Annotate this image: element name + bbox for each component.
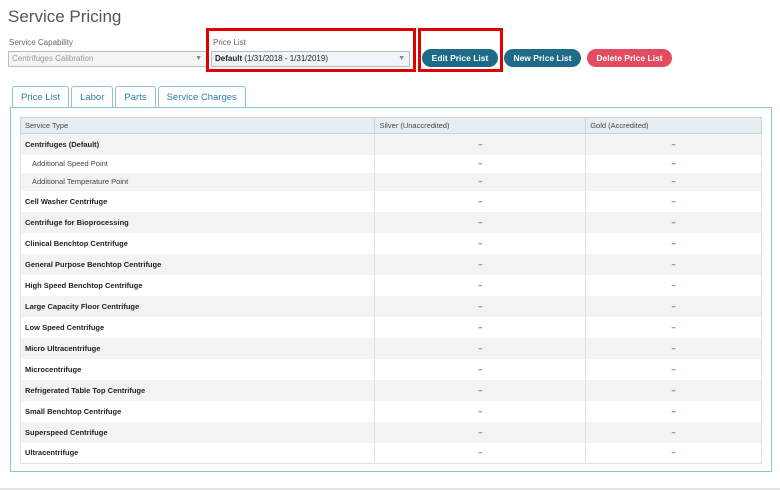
table-row[interactable]: Clinical Benchtop Centrifuge – – xyxy=(19,232,762,254)
tab-labor[interactable]: Labor xyxy=(71,86,114,108)
silver-price-cell: – xyxy=(374,442,587,464)
table-row[interactable]: Microcentrifuge – – xyxy=(19,358,762,380)
service-type-cell: Large Capacity Floor Centrifuge xyxy=(19,295,376,317)
service-type-cell: Microcentrifuge xyxy=(19,358,376,380)
service-type-cell: Micro Ultracentrifuge xyxy=(19,337,376,359)
gold-price-cell: – xyxy=(585,316,762,338)
service-type-cell: Low Speed Centrifuge xyxy=(19,316,376,338)
price-list-panel: Service Type Silver (Unaccredited) Gold … xyxy=(10,107,772,472)
silver-price-cell: – xyxy=(374,274,587,296)
table-row[interactable]: Additional Speed Point – – xyxy=(19,154,762,173)
table-row[interactable]: Ultracentrifuge – – xyxy=(19,442,762,464)
gold-price-cell: – xyxy=(585,172,762,191)
table-row[interactable]: Additional Temperature Point – – xyxy=(19,172,762,191)
page-title: Service Pricing xyxy=(8,7,122,26)
service-type-cell: Centrifuges (Default) xyxy=(19,133,376,155)
service-type-cell: Refrigerated Table Top Centrifuge xyxy=(19,379,376,401)
table-row[interactable]: Small Benchtop Centrifuge – – xyxy=(19,400,762,422)
silver-price-cell: – xyxy=(374,295,587,317)
gold-price-cell: – xyxy=(585,211,762,233)
chevron-down-icon: ▼ xyxy=(195,55,202,62)
service-type-cell: Clinical Benchtop Centrifuge xyxy=(19,232,376,254)
silver-price-cell: – xyxy=(374,358,587,380)
table-body: Centrifuges (Default) – – Additional Speed … xyxy=(19,133,762,464)
tab-bar: Price List Labor Parts Service Charges xyxy=(12,86,248,109)
table-row[interactable]: Micro Ultracentrifuge – – xyxy=(19,337,762,359)
table-row[interactable]: High Speed Benchtop Centrifuge – – xyxy=(19,274,762,296)
silver-price-cell: – xyxy=(374,421,587,443)
service-type-cell: Additional Temperature Point xyxy=(19,172,376,191)
silver-price-cell: – xyxy=(374,154,587,173)
table-row[interactable]: Cell Washer Centrifuge – – xyxy=(19,190,762,212)
service-capability-value: Centrifuges Calibration xyxy=(12,54,94,63)
table-row[interactable]: Large Capacity Floor Centrifuge – – xyxy=(19,295,762,317)
silver-price-cell: – xyxy=(374,400,587,422)
delete-price-list-button[interactable]: Delete Price List xyxy=(587,49,672,67)
gold-price-cell: – xyxy=(585,337,762,359)
new-price-list-button[interactable]: New Price List xyxy=(504,49,581,67)
silver-price-cell: – xyxy=(374,133,587,155)
gold-price-cell: – xyxy=(585,133,762,155)
silver-price-cell: – xyxy=(374,316,587,338)
service-type-cell: Centrifuge for Bioprocessing xyxy=(19,211,376,233)
service-type-cell: High Speed Benchtop Centrifuge xyxy=(19,274,376,296)
gold-price-cell: – xyxy=(585,190,762,212)
service-type-cell: Cell Washer Centrifuge xyxy=(19,190,376,212)
gold-price-cell: – xyxy=(585,274,762,296)
gold-price-cell: – xyxy=(585,442,762,464)
gold-price-cell: – xyxy=(585,379,762,401)
silver-price-cell: – xyxy=(374,190,587,212)
gold-price-cell: – xyxy=(585,295,762,317)
silver-price-cell: – xyxy=(374,211,587,233)
highlight-outline-price-list xyxy=(206,28,416,72)
price-table: Service Type Silver (Unaccredited) Gold … xyxy=(19,117,762,464)
service-type-cell: Ultracentrifuge xyxy=(19,442,376,464)
silver-price-cell: – xyxy=(374,253,587,275)
gold-price-cell: – xyxy=(585,232,762,254)
column-header-gold[interactable]: Gold (Accredited) xyxy=(585,117,762,134)
table-row[interactable]: Superspeed Centrifuge – – xyxy=(19,421,762,443)
tab-price-list[interactable]: Price List xyxy=(12,86,70,109)
column-header-service-type[interactable]: Service Type xyxy=(19,117,376,134)
service-capability-label: Service Capability xyxy=(9,38,74,47)
service-type-cell: General Purpose Benchtop Centrifuge xyxy=(19,253,376,275)
table-row[interactable]: General Purpose Benchtop Centrifuge – – xyxy=(19,253,762,275)
edit-price-list-button[interactable]: Edit Price List xyxy=(422,49,498,67)
table-row[interactable]: Refrigerated Table Top Centrifuge – – xyxy=(19,379,762,401)
gold-price-cell: – xyxy=(585,154,762,173)
table-row[interactable]: Centrifuges (Default) – – xyxy=(19,133,762,155)
gold-price-cell: – xyxy=(585,421,762,443)
service-type-cell: Small Benchtop Centrifuge xyxy=(19,400,376,422)
gold-price-cell: – xyxy=(585,253,762,275)
tab-service-charges[interactable]: Service Charges xyxy=(157,86,246,108)
silver-price-cell: – xyxy=(374,379,587,401)
silver-price-cell: – xyxy=(374,172,587,191)
silver-price-cell: – xyxy=(374,232,587,254)
service-type-cell: Superspeed Centrifuge xyxy=(19,421,376,443)
service-capability-select[interactable]: Centrifuges Calibration ▼ xyxy=(8,51,207,67)
silver-price-cell: – xyxy=(374,337,587,359)
table-header-row: Service Type Silver (Unaccredited) Gold … xyxy=(19,117,762,134)
table-row[interactable]: Centrifuge for Bioprocessing – – xyxy=(19,211,762,233)
gold-price-cell: – xyxy=(585,358,762,380)
tab-parts[interactable]: Parts xyxy=(115,86,156,108)
service-type-cell: Additional Speed Point xyxy=(19,154,376,173)
column-header-silver[interactable]: Silver (Unaccredited) xyxy=(374,117,587,134)
gold-price-cell: – xyxy=(585,400,762,422)
table-row[interactable]: Low Speed Centrifuge – – xyxy=(19,316,762,338)
